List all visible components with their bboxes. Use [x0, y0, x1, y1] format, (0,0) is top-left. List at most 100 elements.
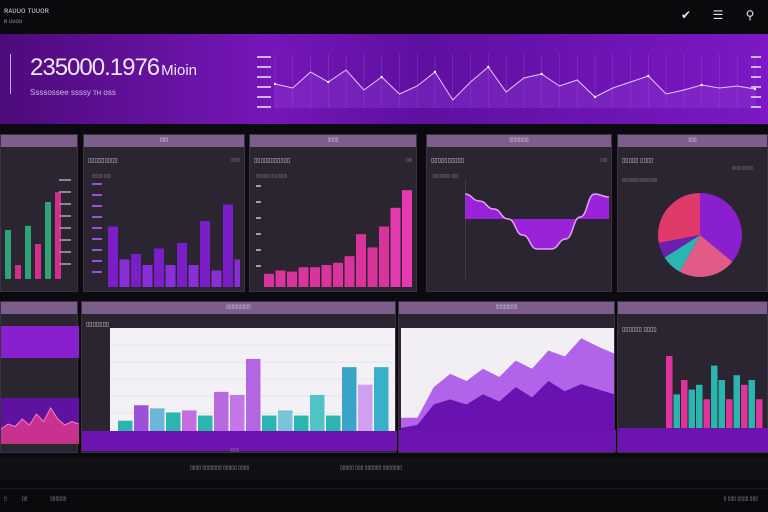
wave-area-chart	[465, 179, 609, 279]
bar	[326, 415, 341, 431]
axis-label	[59, 215, 71, 217]
hero-axis-tick	[751, 76, 761, 78]
axis-label	[256, 265, 261, 267]
bar	[25, 225, 31, 279]
axis-label	[256, 185, 261, 187]
bar	[733, 375, 740, 428]
panel-green-bars	[0, 134, 78, 292]
hero-point	[327, 80, 330, 84]
panel-header	[618, 302, 767, 314]
axis-label	[92, 227, 102, 229]
bar	[234, 259, 240, 287]
bar	[166, 412, 181, 431]
multi-bar-chart	[110, 344, 395, 431]
panel-header: ▯▯▯▯▯▯▯▯▯	[82, 302, 395, 314]
bar	[367, 247, 378, 287]
panel-multi-bars: ▯▯▯▯▯▯▯▯▯ ▯▯▯▯▯▯▯ ▯▯▯▯	[81, 301, 397, 453]
bar	[294, 415, 309, 431]
axis-label	[92, 183, 102, 185]
footer-item[interactable]: ▯▯▯▯▯▯	[50, 496, 67, 502]
legend-label: ▯▯▯▯	[230, 447, 239, 452]
bar	[298, 267, 309, 287]
wave-area	[465, 194, 609, 249]
panel-side-label: ▯▯▯▯▯▯▯▯ ▯▯▯	[433, 173, 459, 178]
footer-item[interactable]: ▯	[4, 496, 7, 502]
panel-teal-bars: ▯▯▯▯▯▯ ▯▯▯▯	[617, 301, 768, 453]
hero-point	[487, 65, 490, 69]
check-icon[interactable]: ✔	[678, 8, 694, 22]
footer-item[interactable]: ▯▯	[22, 496, 28, 502]
hero-point	[753, 87, 757, 91]
panel-violet-bars: ▯▯▯ ▯▯▯▯▯▯▯▯▯ ▯▯▯▯ ▯▯▯▯▯ ▯▯▯	[83, 134, 245, 292]
hero-axis-tick	[751, 96, 761, 98]
bar	[55, 192, 61, 279]
bar	[402, 190, 412, 287]
bar	[182, 410, 197, 431]
hero-axis-tick	[257, 96, 271, 98]
bar	[703, 399, 710, 428]
hero-area	[275, 67, 755, 108]
hero-point	[273, 82, 277, 86]
hero-unit: Mioin	[161, 62, 198, 79]
panel-title: ▯▯▯▯▯ ▯▯▯▯	[622, 158, 654, 164]
bar	[321, 265, 332, 287]
hero-axis-tick	[257, 76, 271, 78]
hero-axis-tick	[257, 56, 271, 58]
hero-axis-tick	[257, 66, 271, 68]
axis-label	[92, 216, 102, 218]
pie-chart	[658, 193, 742, 277]
footer-item[interactable]: ▯ ▯▯▯ ▯▯▯▯ ▯▯▯	[724, 496, 758, 502]
bar	[718, 380, 725, 428]
bar	[150, 408, 165, 431]
status-right: ▯▯▯▯▯ ▯▯▯ ▯▯▯▯▯▯ ▯▯▯▯▯▯▯	[340, 465, 402, 471]
search-icon[interactable]: ⚲	[742, 8, 758, 22]
bar	[287, 271, 297, 287]
panel-corner-label: ▯▯▯	[600, 157, 607, 162]
axis-label	[59, 251, 71, 253]
axis-label	[59, 227, 71, 229]
chart-axis-band	[82, 431, 397, 451]
hero-point	[700, 83, 703, 87]
hero-number: 235000.1976	[30, 54, 160, 81]
axis-label	[92, 249, 102, 251]
panel-title: ▯▯▯▯▯▯▯	[86, 322, 110, 328]
bar	[688, 389, 695, 428]
panel-header: ▯▯▯	[618, 135, 767, 147]
hero-axis-tick	[751, 86, 761, 88]
panel-header: ▯▯▯	[84, 135, 244, 147]
bar	[278, 410, 293, 431]
title-bar: ʀᴀᴜᴜᴏ ᴛᴜᴜᴏʀ ʀ ᴜᴜᴏᴏ ✔ ☰ ⚲	[0, 0, 768, 34]
panel-title: ▯▯▯▯▯▯▯▯▯▯▯	[254, 158, 291, 164]
bar	[45, 202, 51, 279]
axis-label	[256, 233, 261, 235]
bar	[230, 394, 245, 431]
bar	[118, 420, 133, 431]
status-left: ▯▯▯▯ ▯▯▯▯▯▯▯ ▯▯▯▯▯ ▯▯▯▯	[190, 465, 250, 471]
hero-axis-tick	[257, 86, 271, 88]
violet-bar-chart	[92, 183, 240, 287]
panel-header: ▯▯▯▯▯▯▯▯	[399, 302, 614, 314]
bar	[310, 394, 325, 431]
bar	[358, 384, 373, 431]
app-subtitle: ʀ ᴜᴜᴏᴏ	[4, 19, 23, 25]
bar	[154, 248, 164, 287]
panel-pie: ▯▯▯ ▯▯▯▯▯ ▯▯▯▯ ▯▯▯▯ ▯▯▯▯▯ ▯▯▯▯▯▯▯▯▯▯▯▯▯▯…	[617, 134, 768, 292]
area-chart	[401, 338, 614, 430]
hero-line-chart	[257, 54, 761, 108]
hero-caption: Ssssossee ssssy ᴛʜ ᴏss	[30, 88, 116, 97]
panel-corner-label: ▯▯▯	[405, 157, 412, 162]
bar	[119, 259, 130, 287]
bar	[344, 256, 355, 287]
menu-icon[interactable]: ☰	[710, 8, 726, 22]
bar	[131, 254, 141, 287]
bar	[142, 265, 153, 287]
hero-axis-tick	[751, 56, 761, 58]
panel-area: ▯▯▯▯▯▯▯▯	[398, 301, 616, 453]
hero-axis-tick	[257, 106, 271, 108]
bar	[342, 367, 357, 431]
bar	[726, 399, 733, 428]
status-bar: ▯▯▯▯ ▯▯▯▯▯▯▯ ▯▯▯▯▯ ▯▯▯▯ ▯▯▯▯▯ ▯▯▯ ▯▯▯▯▯▯…	[0, 458, 768, 480]
panel-header	[1, 135, 77, 147]
pie-slice	[658, 193, 700, 243]
panel-title: ▯▯▯▯▯▯▯▯▯	[88, 158, 118, 164]
